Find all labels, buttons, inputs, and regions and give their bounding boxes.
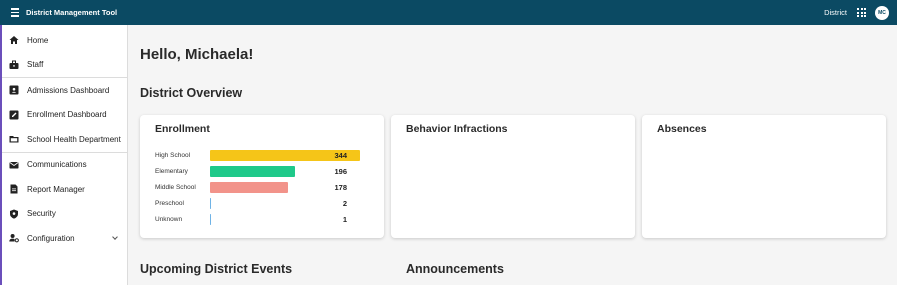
enrollment-row-value: 178	[334, 183, 347, 192]
sidebar-item-label: Staff	[27, 60, 44, 70]
briefcase-icon	[9, 60, 19, 70]
enrollment-bar[interactable]	[210, 182, 288, 193]
page-title: Hello, Michaela!	[140, 46, 254, 63]
mail-icon	[9, 160, 19, 170]
enrollment-card-title: Enrollment	[155, 123, 210, 135]
enrollment-row: Elementary 196	[155, 166, 361, 178]
enrollment-bar-track	[210, 214, 360, 225]
chevron-down-icon[interactable]	[112, 234, 118, 240]
enrollment-row-value: 1	[342, 215, 347, 224]
avatar[interactable]: MC	[875, 5, 889, 20]
menu-icon[interactable]	[11, 7, 23, 19]
enrollment-row: Preschool 2	[155, 198, 361, 210]
enrollment-row: High School 344	[155, 150, 361, 162]
app-bar: District Management Tool District MC	[0, 0, 897, 25]
district-overview-title: District Overview	[140, 86, 243, 100]
enrollment-row: Unknown 1	[155, 214, 361, 226]
enrollment-bar[interactable]	[210, 166, 296, 177]
enrollment-row-label: High School	[155, 152, 191, 159]
document-icon	[9, 184, 19, 194]
enrollment-row-label: Unknown	[155, 216, 183, 223]
inbox-icon	[9, 85, 19, 95]
upcoming-events-title: Upcoming District Events	[140, 262, 293, 276]
enrollment-row-label: Elementary	[155, 168, 188, 175]
enrollment-row: Middle School 178	[155, 182, 361, 194]
sidebar-item-label: Enrollment Dashboard	[27, 110, 107, 120]
sidebar-item-label: Admissions Dashboard	[27, 85, 110, 95]
folder-icon	[9, 134, 19, 144]
behavior-infractions-card: Behavior Infractions	[391, 115, 635, 238]
sidebar-item-label: Configuration	[27, 233, 75, 243]
absences-card: Absences	[642, 115, 886, 238]
sidebar-item-configuration[interactable]: Configuration	[2, 226, 127, 251]
home-icon	[9, 35, 19, 45]
sidebar-item-security[interactable]: Security	[2, 202, 127, 227]
sidebar-item-label: School Health Department	[27, 134, 121, 144]
sidebar-item-report-manager[interactable]: Report Manager	[2, 177, 127, 202]
shield-icon	[9, 209, 19, 219]
enrollment-row-label: Middle School	[155, 184, 196, 191]
apps-grid-icon[interactable]	[857, 8, 866, 17]
announcements-title: Announcements	[406, 262, 504, 276]
main-content: Hello, Michaela! District Overview Enrol…	[128, 25, 897, 285]
user-gear-icon	[9, 233, 19, 243]
edit-icon	[9, 110, 19, 120]
sidebar-item-label: Communications	[27, 160, 87, 170]
district-label[interactable]: District	[824, 8, 847, 17]
app-title: District Management Tool	[26, 8, 118, 17]
enrollment-row-value: 2	[342, 199, 347, 208]
absences-card-title: Absences	[657, 123, 707, 135]
sidebar-item-communications[interactable]: Communications	[2, 153, 127, 178]
sidebar-item-admissions-dashboard[interactable]: Admissions Dashboard	[2, 78, 127, 103]
behavior-card-title: Behavior Infractions	[406, 123, 508, 135]
enrollment-row-value: 196	[334, 167, 347, 176]
sidebar-item-school-health-department[interactable]: School Health Department	[2, 127, 127, 152]
sidebar-item-home[interactable]: Home	[2, 28, 127, 53]
enrollment-bar[interactable]	[210, 214, 211, 225]
enrollment-row-label: Preschool	[155, 200, 184, 207]
enrollment-bar-track	[210, 198, 360, 209]
enrollment-bar[interactable]	[210, 198, 211, 209]
enrollment-row-value: 344	[334, 151, 347, 160]
sidebar: Home Staff Admissions Dashboard Enrollme…	[0, 25, 128, 285]
sidebar-item-staff[interactable]: Staff	[2, 53, 127, 78]
sidebar-item-label: Report Manager	[27, 184, 85, 194]
sidebar-item-label: Security	[27, 209, 56, 219]
sidebar-item-label: Home	[27, 35, 49, 45]
sidebar-item-enrollment-dashboard[interactable]: Enrollment Dashboard	[2, 103, 127, 128]
enrollment-card: Enrollment High School 344 Elementary 196 Mi…	[140, 115, 384, 238]
